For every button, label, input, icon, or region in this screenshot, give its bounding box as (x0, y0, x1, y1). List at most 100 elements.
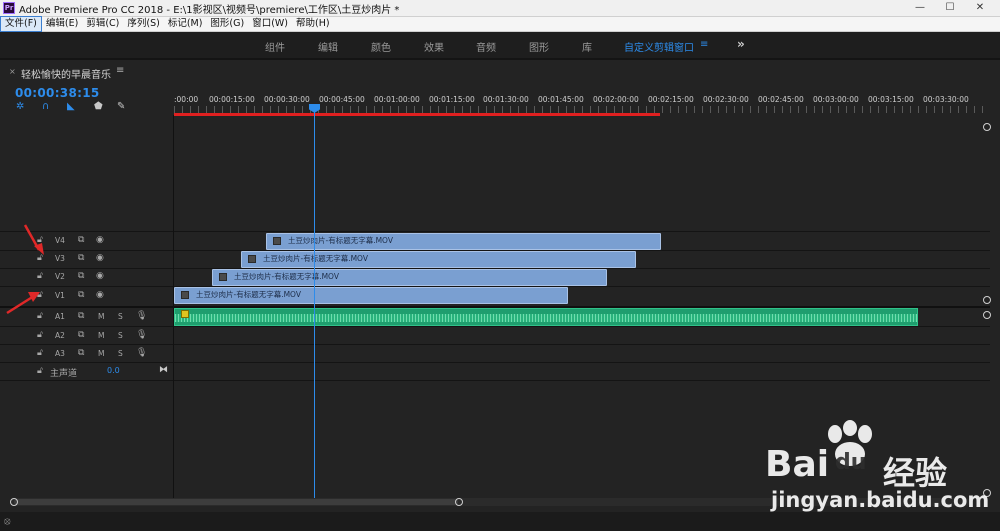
menu-window[interactable]: 窗口(W) (248, 17, 292, 31)
track-label[interactable]: V1 (55, 291, 65, 300)
audio-waveform (175, 314, 917, 322)
track-label[interactable]: V3 (55, 254, 65, 263)
premiere-logo-icon: Pr (3, 2, 15, 14)
solo-button[interactable]: S (118, 312, 123, 321)
minimize-button[interactable]: — (906, 0, 934, 16)
menu-graphics[interactable]: 图形(G) (206, 17, 248, 31)
mute-button[interactable]: M (98, 349, 104, 358)
workspace-overflow-icon[interactable]: » (737, 37, 745, 51)
eye-icon[interactable]: ◉ (96, 253, 104, 263)
sync-lock-icon[interactable]: ⧉ (78, 330, 84, 340)
workspace-tab-graphics[interactable]: 图形 (529, 39, 549, 54)
menu-edit[interactable]: 编辑(E) (42, 17, 82, 31)
solo-button[interactable]: S (118, 349, 123, 358)
add-marker-icon[interactable]: ◣ (67, 101, 75, 112)
ruler-label: 00:01:30:00 (483, 95, 529, 104)
clip-name: 土豆炒肉片-有标题无字幕.MOV (288, 236, 393, 245)
window-title: Adobe Premiere Pro CC 2018 - E:\1影视区\视频号… (19, 4, 400, 16)
eye-icon[interactable]: ◉ (96, 290, 104, 300)
ruler-label: 00:00:30:00 (264, 95, 310, 104)
clip-name: 土豆炒肉片-有标题无字幕.MOV (234, 272, 339, 281)
sync-lock-icon[interactable]: ⧉ (78, 290, 84, 300)
work-area-bar[interactable] (174, 113, 660, 116)
mute-button[interactable]: M (98, 331, 104, 340)
marker-icon[interactable]: ⬟ (94, 101, 103, 112)
horizontal-scroll-thumb[interactable] (14, 499, 458, 505)
horizontal-scroll-knob-left[interactable] (10, 498, 18, 506)
menu-help[interactable]: 帮助(H) (292, 17, 334, 31)
lock-icon[interactable]: 🔓︎ (37, 330, 43, 340)
workspace-tab-custom[interactable]: 自定义剪辑窗口 (624, 39, 694, 54)
horizontal-scroll-knob-right[interactable] (455, 498, 463, 506)
timeline-panel-header: × 轻松愉快的早晨音乐 ≡ (0, 62, 1000, 82)
ruler-label: 00:03:15:00 (868, 95, 914, 104)
track-label[interactable]: A3 (55, 349, 65, 358)
ruler-label: :00:00 (174, 95, 199, 104)
red-arrow-annotation (6, 292, 40, 315)
workspace-tab-audio[interactable]: 音频 (476, 39, 496, 54)
microphone-icon[interactable]: 🎙︎ (136, 348, 147, 358)
fx-badge-icon (219, 273, 227, 281)
vertical-scroll-knob[interactable] (983, 311, 991, 319)
playhead-line[interactable] (314, 105, 315, 498)
close-button[interactable]: ✕ (966, 0, 994, 16)
lock-icon[interactable]: 🔓︎ (37, 366, 43, 376)
workspace-tab-libraries[interactable]: 库 (582, 39, 592, 54)
workspace-tab-color[interactable]: 颜色 (371, 39, 391, 54)
menu-file[interactable]: 文件(F) (0, 16, 42, 32)
fx-badge-icon (248, 255, 256, 263)
vertical-scroll-knob[interactable] (983, 296, 991, 304)
microphone-icon[interactable]: 🎙︎ (136, 311, 147, 321)
video-clip-v3[interactable]: 土豆炒肉片-有标题无字幕.MOV (241, 251, 636, 268)
lock-icon[interactable]: 🔓︎ (37, 271, 43, 281)
ruler-label: 00:00:45:00 (319, 95, 365, 104)
microphone-icon[interactable]: 🎙︎ (136, 330, 147, 340)
snap-icon[interactable]: ✲ (16, 101, 24, 112)
fx-badge-icon (273, 237, 281, 245)
ruler-label: 00:01:45:00 (538, 95, 584, 104)
track-label[interactable]: V2 (55, 272, 65, 281)
playhead-timecode[interactable]: 00:00:38:15 (15, 86, 100, 100)
sync-lock-icon[interactable]: ⧉ (78, 348, 84, 358)
video-clip-v4[interactable]: 土豆炒肉片-有标题无字幕.MOV (266, 233, 661, 250)
workspace-tab-effects[interactable]: 效果 (424, 39, 444, 54)
lock-icon[interactable]: 🔓︎ (37, 348, 43, 358)
track-label[interactable]: A1 (55, 312, 65, 321)
track-header-master: 🔓︎ 主声道 0.0 ⧓ (0, 363, 173, 381)
sync-lock-icon[interactable]: ⧉ (78, 271, 84, 281)
video-clip-v1[interactable]: 土豆炒肉片-有标题无字幕.MOV (174, 287, 568, 304)
sync-lock-icon[interactable]: ⧉ (78, 311, 84, 321)
sync-lock-icon[interactable]: ⧉ (78, 253, 84, 263)
video-clip-v2[interactable]: 土豆炒肉片-有标题无字幕.MOV (212, 269, 607, 286)
go-to-end-icon[interactable]: ⧓ (159, 365, 168, 375)
track-label[interactable]: V4 (55, 236, 65, 245)
linked-selection-icon[interactable]: ∩ (42, 101, 49, 112)
solo-button[interactable]: S (118, 331, 123, 340)
ruler-label: 00:02:15:00 (648, 95, 694, 104)
workspace-menu-icon[interactable]: ≡ (700, 39, 708, 50)
track-header-separator (173, 115, 174, 498)
mute-button[interactable]: M (98, 312, 104, 321)
watermark-brand-du: du (835, 450, 867, 475)
ruler-label: 00:01:00:00 (374, 95, 420, 104)
track-label[interactable]: A2 (55, 331, 65, 340)
menu-sequence[interactable]: 序列(S) (123, 17, 163, 31)
eye-icon[interactable]: ◉ (96, 235, 104, 245)
menu-clip[interactable]: 剪辑(C) (82, 17, 123, 31)
sync-lock-icon[interactable]: ⧉ (78, 235, 84, 245)
master-volume-value[interactable]: 0.0 (107, 366, 120, 375)
close-sequence-icon[interactable]: × (9, 67, 16, 76)
workspace-tab-editing[interactable]: 编辑 (318, 39, 338, 54)
track-header-v2: 🔓︎ V2 ⧉ ◉ (0, 268, 173, 286)
title-bar: Pr Adobe Premiere Pro CC 2018 - E:\1影视区\… (0, 0, 1000, 17)
maximize-button[interactable]: ☐ (936, 0, 964, 16)
eye-icon[interactable]: ◉ (96, 271, 104, 281)
menu-marker[interactable]: 标记(M) (164, 17, 207, 31)
menu-bar: 文件(F) 编辑(E) 剪辑(C) 序列(S) 标记(M) 图形(G) 窗口(W… (0, 16, 1000, 32)
audio-clip-a1[interactable] (174, 308, 918, 326)
panel-menu-icon[interactable]: ≡ (116, 65, 124, 76)
workspace-tab-assembly[interactable]: 组件 (265, 39, 285, 54)
vertical-scroll-knob[interactable] (983, 123, 991, 131)
sequence-tab[interactable]: 轻松愉快的早晨音乐 (21, 66, 111, 81)
wrench-icon[interactable]: ✎ (117, 101, 125, 112)
